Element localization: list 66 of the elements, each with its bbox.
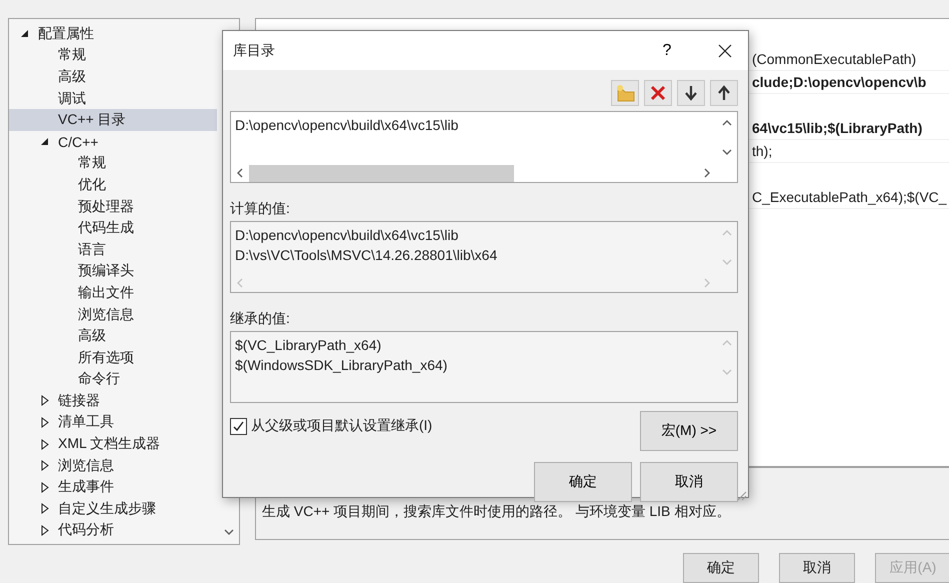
ok-button[interactable]: 确定 bbox=[683, 553, 759, 583]
list-box[interactable]: D:\opencv\opencv\build\x64\vc15\lib bbox=[230, 111, 738, 183]
collapsed-triangle-icon[interactable] bbox=[40, 460, 48, 472]
move-down-button[interactable] bbox=[677, 80, 705, 106]
cancel-button[interactable]: 取消 bbox=[779, 553, 855, 583]
description-text: 生成 VC++ 项目期间，搜索库文件时使用的路径。 与环境变量 LIB 相对应。 bbox=[262, 502, 730, 519]
property-value[interactable]: clude;D:\opencv\opencv\b bbox=[752, 71, 949, 93]
dialog-title: 库目录 bbox=[233, 42, 276, 60]
tree-item[interactable]: VC++ 目录 bbox=[9, 109, 217, 131]
new-folder-icon bbox=[615, 84, 635, 102]
ok-button[interactable]: 确定 bbox=[534, 462, 632, 502]
collapsed-triangle-icon[interactable] bbox=[40, 395, 48, 406]
property-value[interactable]: (CommonExecutablePath) bbox=[752, 48, 949, 70]
collapsed-triangle-icon[interactable] bbox=[40, 503, 48, 514]
help-button[interactable]: ? bbox=[652, 42, 682, 60]
tree-item[interactable]: 调试 bbox=[9, 88, 217, 110]
collapsed-triangle-icon[interactable] bbox=[40, 482, 48, 493]
expanded-triangle-icon[interactable] bbox=[40, 137, 49, 146]
inherit-label: 从父级或项目默认设置继承(I) bbox=[251, 417, 432, 435]
tree-item[interactable]: 语言 bbox=[9, 238, 217, 261]
inherit-checkbox[interactable] bbox=[230, 418, 247, 434]
inherited-values-label: 继承的值: bbox=[230, 310, 291, 328]
tree-item[interactable]: 清单工具 bbox=[9, 412, 217, 434]
tree-item[interactable]: XML 文档生成器 bbox=[9, 433, 217, 455]
tree-item[interactable]: 命令行 bbox=[9, 368, 217, 390]
expanded-triangle-icon[interactable] bbox=[20, 29, 29, 38]
tree-item[interactable]: 浏览信息 bbox=[9, 304, 217, 326]
cancel-button[interactable]: 取消 bbox=[640, 462, 738, 502]
close-icon bbox=[718, 44, 732, 58]
tree-item[interactable]: 高级 bbox=[9, 325, 217, 347]
tree-item[interactable]: 链接器 bbox=[9, 390, 217, 412]
move-up-button[interactable] bbox=[710, 80, 738, 106]
tree-item[interactable]: 预处理器 bbox=[9, 196, 217, 218]
inherited-value: $(VC_LibraryPath_x64) bbox=[235, 336, 382, 355]
property-value[interactable]: C_ExecutablePath_x64);$(VC_ bbox=[752, 186, 949, 208]
computed-value: D:\opencv\opencv\build\x64\vc15\lib bbox=[235, 226, 460, 245]
delete-icon bbox=[650, 85, 666, 101]
tree-item[interactable]: 生成事件 bbox=[9, 476, 217, 498]
macros-button[interactable]: 宏(M) >> bbox=[640, 411, 738, 451]
tree-item[interactable]: 浏览信息 bbox=[9, 454, 217, 476]
down-arrow-icon bbox=[685, 85, 697, 101]
computed-values-label: 计算的值: bbox=[230, 200, 291, 218]
inherited-value: $(WindowsSDK_LibraryPath_x64) bbox=[235, 356, 448, 375]
tree-item[interactable]: 输出文件 bbox=[9, 282, 217, 304]
collapsed-triangle-icon[interactable] bbox=[40, 416, 48, 428]
tree-item[interactable]: 预编译头 bbox=[9, 260, 217, 282]
property-value[interactable]: 64\vc15\lib;$(LibraryPath) bbox=[752, 117, 949, 139]
property-value[interactable]: th); bbox=[752, 140, 949, 162]
tree-item[interactable]: 高级 bbox=[9, 66, 217, 88]
tree-item[interactable]: 代码生成 bbox=[9, 217, 217, 239]
collapsed-triangle-icon[interactable] bbox=[40, 438, 48, 450]
delete-button[interactable] bbox=[644, 80, 672, 106]
tree-item[interactable]: 优化 bbox=[9, 174, 217, 196]
tree-item[interactable]: 代码分析 bbox=[9, 520, 217, 542]
collapsed-triangle-icon[interactable] bbox=[40, 524, 48, 536]
tree-item[interactable]: 常规 bbox=[9, 44, 217, 66]
tree-item[interactable]: 配置属性 bbox=[9, 23, 217, 45]
up-arrow-icon bbox=[718, 85, 730, 101]
tree-item[interactable]: 常规 bbox=[9, 152, 217, 174]
resize-grip-icon[interactable] bbox=[737, 491, 747, 501]
computed-value: D:\vs\VC\Tools\MSVC\14.26.28801\lib\x64 bbox=[235, 246, 498, 265]
tree-item[interactable]: C/C++ bbox=[9, 130, 217, 153]
tree-item[interactable]: 所有选项 bbox=[9, 346, 217, 368]
tree-item[interactable]: 自定义生成步骤 bbox=[9, 498, 217, 520]
scrollbar-thumb[interactable] bbox=[249, 164, 514, 182]
directory-entry: D:\opencv\opencv\build\x64\vc15\lib bbox=[235, 116, 460, 135]
